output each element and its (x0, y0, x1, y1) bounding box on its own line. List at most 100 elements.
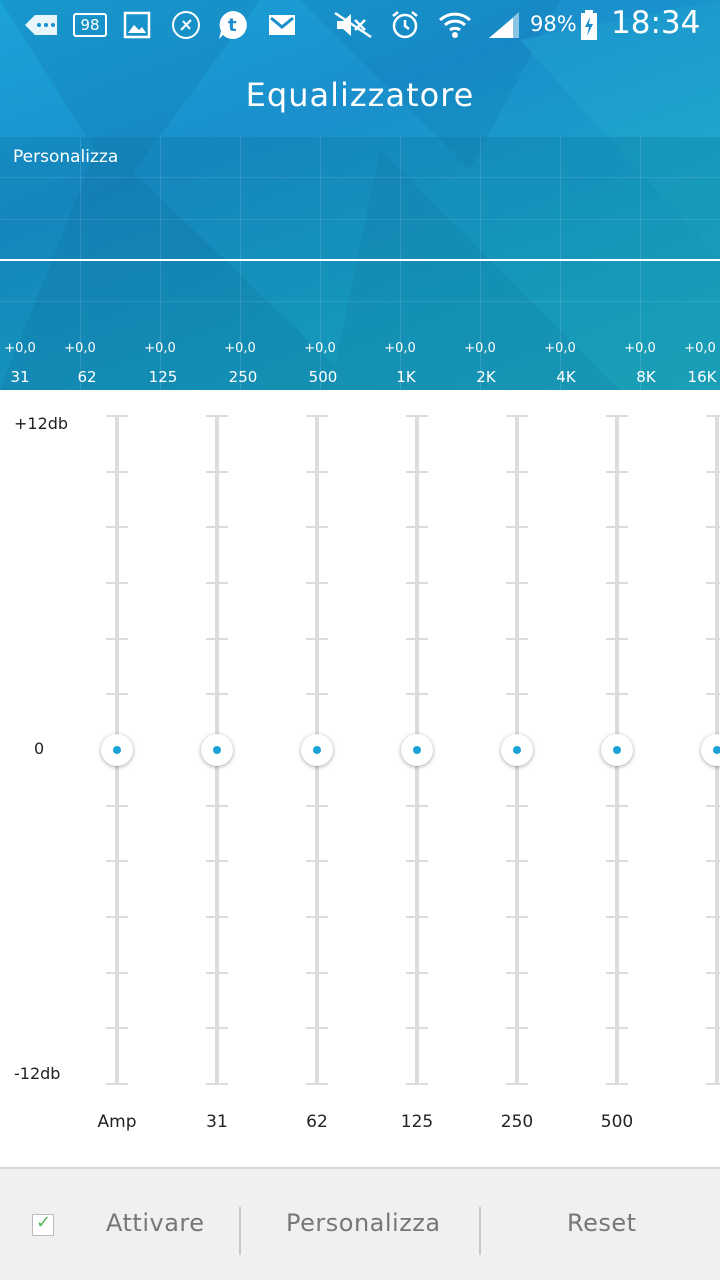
slider-tick (606, 637, 628, 640)
slider-500[interactable] (597, 415, 637, 1085)
mute-icon (333, 10, 373, 40)
slider-1k[interactable] (697, 415, 720, 1085)
slider-tick (306, 1027, 328, 1030)
check-icon: ✓ (36, 1212, 52, 1233)
slider-amp[interactable] (97, 415, 137, 1085)
slider-tick (606, 860, 628, 863)
slider-tick (606, 1027, 628, 1030)
status-bar: 98 t 98% 18:34 (0, 0, 720, 50)
battery-percent: 98% (530, 12, 577, 36)
slider-tick (606, 971, 628, 974)
band-value: +0,0 (464, 341, 496, 356)
band-value: +0,0 (224, 341, 256, 356)
slider-knob[interactable] (701, 734, 720, 766)
bottom-action-bar: ✓ Attivare Personalizza Reset (0, 1167, 720, 1280)
slider-tick (706, 1027, 720, 1030)
slider-tick (106, 916, 128, 918)
scale-bottom-label: -12db (14, 1064, 61, 1083)
slider-tick (606, 804, 628, 807)
slider-tick (106, 971, 128, 974)
slider-tick (706, 415, 720, 417)
slider-label: 125 (400, 1112, 434, 1132)
slider-31[interactable] (197, 415, 237, 1085)
slider-tick (206, 860, 228, 863)
app-icon (170, 10, 202, 40)
slider-tick (706, 470, 720, 473)
slider-tick (306, 1083, 328, 1085)
band-frequency: 31 (10, 368, 30, 386)
slider-knob[interactable] (401, 734, 433, 766)
slider-tick (306, 582, 328, 584)
slider-tick (306, 637, 328, 640)
preset-button[interactable]: Personalizza (286, 1209, 441, 1237)
slider-tick (206, 916, 228, 918)
slider-tick (206, 582, 228, 584)
slider-tick (706, 860, 720, 863)
slider-250[interactable] (497, 415, 537, 1085)
band-frequency: 62 (77, 368, 97, 386)
slider-tick (606, 916, 628, 918)
slider-tick (306, 804, 328, 807)
divider (479, 1207, 481, 1255)
battery-charging-icon (578, 10, 600, 40)
slider-knob[interactable] (301, 734, 333, 766)
slider-125[interactable] (397, 415, 437, 1085)
slider-label: 62 (306, 1112, 328, 1132)
page-title: Equalizzatore (245, 76, 475, 114)
band-value: +0,0 (684, 341, 716, 356)
slider-tick (506, 637, 528, 640)
title-bar: Equalizzatore (0, 50, 720, 138)
slider-tick (706, 693, 720, 696)
preset-name: Personalizza (13, 147, 119, 167)
band-frequency: 16K (687, 368, 717, 386)
slider-tick (106, 860, 128, 863)
slider-tick (206, 526, 228, 529)
slider-tick (306, 526, 328, 529)
slider-tick (706, 971, 720, 974)
slider-knob[interactable] (601, 734, 633, 766)
wifi-icon (436, 10, 474, 40)
slider-tick (106, 470, 128, 473)
signal-icon (486, 10, 522, 40)
slider-knob-dot (413, 746, 421, 754)
notification-count: 98 (73, 13, 107, 37)
band-frequency: 500 (308, 368, 338, 386)
divider (239, 1207, 241, 1255)
slider-knob-dot (113, 746, 121, 754)
slider-tick (406, 1083, 428, 1085)
reset-button[interactable]: Reset (567, 1209, 637, 1237)
slider-panel: +12db 0 -12db Amp 31 62 125 250 500 1K (0, 390, 720, 1167)
slider-tick (406, 693, 428, 696)
band-value: +0,0 (4, 341, 36, 356)
svg-text:t: t (228, 15, 237, 36)
slider-tick (506, 693, 528, 696)
band-value: +0,0 (384, 341, 416, 356)
slider-knob-dot (513, 746, 521, 754)
slider-tick (206, 470, 228, 473)
band-frequency: 2K (476, 368, 496, 386)
slider-tick (506, 971, 528, 974)
slider-tick (306, 860, 328, 863)
slider-knob[interactable] (501, 734, 533, 766)
band-value: +0,0 (144, 341, 176, 356)
enable-checkbox[interactable]: ✓ (32, 1212, 54, 1236)
slider-label: 500 (600, 1112, 634, 1132)
slider-knob[interactable] (101, 734, 133, 766)
notification-count-icon: 98 (72, 10, 108, 40)
slider-tick (506, 804, 528, 807)
slider-tick (206, 693, 228, 696)
slider-label: 250 (500, 1112, 534, 1132)
slider-tick (606, 693, 628, 696)
scale-top-label: +12db (14, 414, 69, 433)
enable-button[interactable]: Attivare (106, 1209, 205, 1237)
eq-curve (0, 259, 720, 261)
slider-knob[interactable] (201, 734, 233, 766)
slider-tick (506, 1027, 528, 1030)
slider-tick (106, 1027, 128, 1030)
slider-tick (306, 693, 328, 696)
slider-tick (106, 415, 128, 417)
slider-62[interactable] (297, 415, 337, 1085)
slider-knob-dot (613, 746, 621, 754)
slider-tick (606, 582, 628, 584)
slider-knob-dot (313, 746, 321, 754)
